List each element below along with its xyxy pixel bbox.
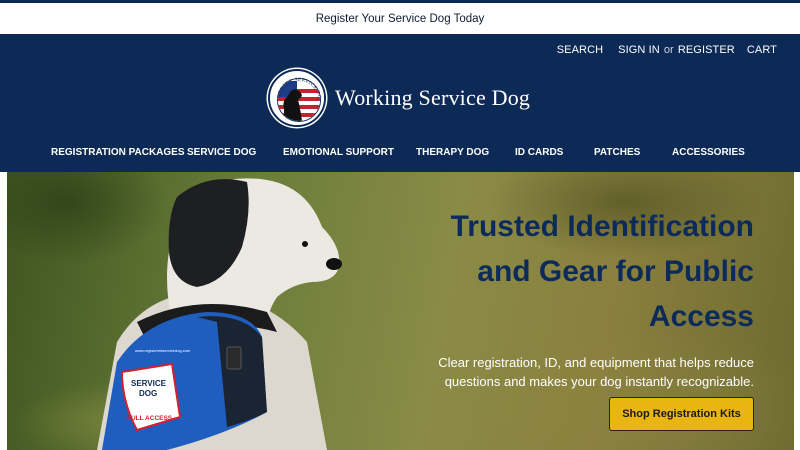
nav-service-dog[interactable]: SERVICE DOG <box>187 147 256 158</box>
hero-subtitle: Clear registration, ID, and equipment th… <box>414 353 754 391</box>
hero-title-line1: Trusted Identification <box>450 210 754 243</box>
shop-registration-kits-button[interactable]: Shop Registration Kits <box>609 397 754 431</box>
nav-emotional-support[interactable]: EMOTIONAL SUPPORT <box>283 147 394 158</box>
site-logo[interactable]: WORKING SERVICE DOG Working Service Dog <box>268 69 530 127</box>
hero-subtitle-line1: Clear registration, ID, and equipment th… <box>438 355 754 370</box>
announcement-link[interactable]: Register Your Service Dog Today <box>316 13 485 25</box>
register-link[interactable]: REGISTER <box>678 44 735 56</box>
nav-patches[interactable]: PATCHES <box>594 147 640 158</box>
site-header: SEARCH SIGN IN or REGISTER CART ORKING S… <box>0 34 800 172</box>
or-text: or <box>663 44 674 56</box>
sign-in-link[interactable]: SIGN IN <box>618 44 660 56</box>
search-link[interactable]: SEARCH <box>557 44 603 56</box>
vest-patch-line3: FULL ACCESS <box>127 415 173 422</box>
main-nav: REGISTRATION PACKAGES SERVICE DOG EMOTIO… <box>0 147 800 171</box>
nav-accessories[interactable]: ACCESSORIES <box>672 147 745 158</box>
nav-registration-packages[interactable]: REGISTRATION PACKAGES <box>51 147 185 158</box>
hero-text-block: Trusted Identification and Gear for Publ… <box>414 204 754 391</box>
hero-banner: SERVICE DOG FULL ACCESS www.registeredse… <box>7 172 794 450</box>
hero-title-line3: Access <box>648 300 754 333</box>
logo-wordmark: Working Service Dog <box>335 85 531 110</box>
hero-title-line2: and Gear for Public <box>477 255 754 288</box>
utility-nav: SEARCH SIGN IN or REGISTER CART <box>557 44 777 56</box>
nav-id-cards[interactable]: ID CARDS <box>515 147 563 158</box>
hero-title: Trusted Identification and Gear for Publ… <box>414 204 754 339</box>
vest-patch-line2: DOG <box>139 389 157 398</box>
announcement-bar: Register Your Service Dog Today <box>0 3 800 34</box>
vest-patch-line1: SERVICE <box>131 379 167 388</box>
cart-link[interactable]: CART <box>747 44 777 56</box>
vest-url-text: www.registeredservicedog.com <box>135 348 191 353</box>
logo-seal-icon: WORKING SERVICE DOG <box>268 69 326 127</box>
hero-subtitle-line2: questions and makes your dog instantly r… <box>444 374 754 389</box>
nav-therapy-dog[interactable]: THERAPY DOG <box>416 147 489 158</box>
service-dog-image: SERVICE DOG FULL ACCESS www.registeredse… <box>97 178 342 450</box>
